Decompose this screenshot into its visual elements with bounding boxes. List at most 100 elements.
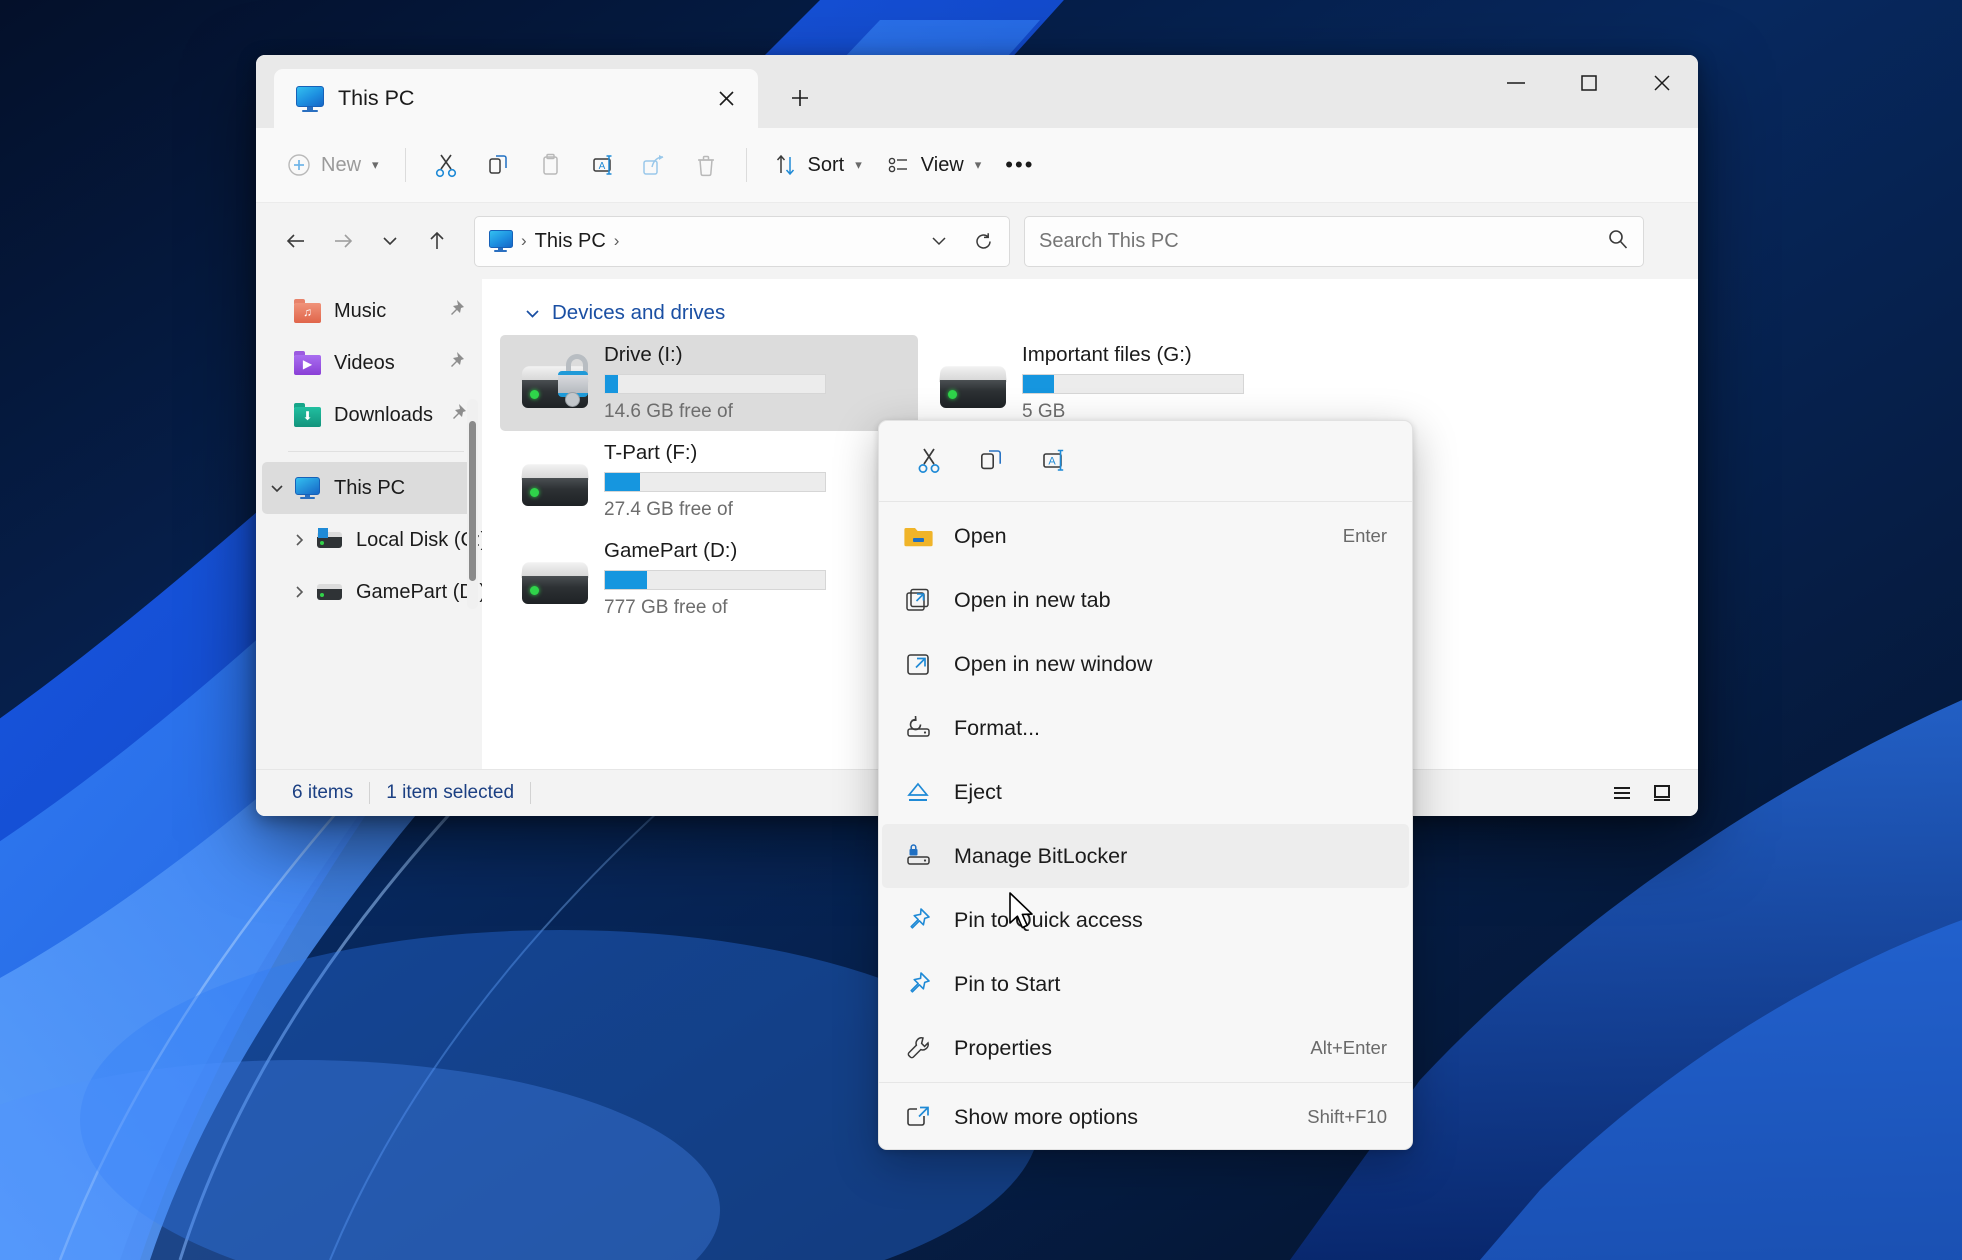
large-icons-view-button[interactable]: [1642, 776, 1682, 810]
context-menu-item-properties[interactable]: Properties Alt+Enter: [882, 1016, 1409, 1080]
sidebar-item-local-disk-c[interactable]: Local Disk (C:): [262, 514, 482, 566]
context-menu-divider: [879, 501, 1412, 502]
breadcrumb-separator-trailing: ›: [613, 231, 620, 250]
search-box[interactable]: [1024, 215, 1644, 267]
view-button[interactable]: View ▾: [874, 142, 994, 189]
context-menu-item-open-in-new-window[interactable]: Open in new window: [882, 632, 1409, 696]
refresh-icon[interactable]: [965, 223, 1001, 259]
rename-button[interactable]: A: [576, 142, 628, 189]
sidebar-item-videos[interactable]: ▶ Videos: [262, 337, 476, 389]
sort-button[interactable]: Sort ▾: [761, 142, 874, 189]
selection-count-label: 1 item selected: [386, 782, 515, 803]
paste-button[interactable]: [524, 142, 576, 189]
svg-text:A: A: [1048, 456, 1056, 468]
toolbar-divider: [404, 148, 406, 182]
drive-free-space: 14.6 GB free of: [604, 401, 733, 422]
item-count-label: 6 items: [292, 782, 354, 803]
drive-usage-bar: [1022, 374, 1244, 394]
search-input[interactable]: [1039, 229, 1597, 253]
chevron-right-icon[interactable]: [290, 533, 308, 547]
context-menu-accelerator: Enter: [1342, 525, 1387, 546]
cut-icon[interactable]: [901, 435, 957, 485]
context-menu-item-open-in-new-tab[interactable]: Open in new tab: [882, 568, 1409, 632]
context-menu-accelerator: Alt+Enter: [1310, 1037, 1387, 1058]
music-folder-icon: ♫: [294, 299, 321, 323]
back-button[interactable]: [272, 218, 319, 265]
sidebar-item-this-pc[interactable]: This PC: [262, 462, 476, 514]
see-more-button[interactable]: •••: [993, 142, 1046, 189]
context-menu-item-format[interactable]: Format...: [882, 696, 1409, 760]
sidebar-item-music[interactable]: ♫ Music: [262, 285, 476, 337]
breadcrumb-this-pc[interactable]: This PC: [535, 230, 606, 253]
pin-icon[interactable]: [446, 402, 468, 429]
delete-button[interactable]: [680, 142, 732, 189]
pin-icon: [904, 970, 954, 998]
rename-icon[interactable]: A: [1025, 435, 1081, 485]
address-dropdown-icon[interactable]: [921, 223, 957, 259]
new-button[interactable]: New ▾: [274, 142, 391, 189]
context-menu-label: Open in new window: [954, 651, 1153, 676]
drive-tile-d[interactable]: GamePart (D:) 777 GB free of: [500, 531, 918, 627]
close-tab-icon[interactable]: [708, 81, 744, 117]
chevron-down-icon[interactable]: [268, 481, 286, 495]
details-view-button[interactable]: [1602, 776, 1642, 810]
sidebar-label: Music: [334, 299, 387, 322]
sidebar-label: Local Disk (C:): [356, 528, 482, 551]
pin-icon[interactable]: [444, 350, 466, 377]
videos-folder-icon: ▶: [294, 351, 321, 375]
context-menu-quick-actions: A: [879, 421, 1412, 499]
drive-tile-i[interactable]: Drive (I:) 14.6 GB free of: [500, 335, 918, 431]
window-controls: [1479, 55, 1698, 111]
drive-name: Important files (G:): [1022, 343, 1192, 366]
drive-icon: [514, 548, 594, 610]
devices-and-drives-group-header[interactable]: Devices and drives: [482, 279, 1698, 335]
sidebar-label: Downloads: [334, 403, 433, 426]
sidebar-scrollbar-thumb[interactable]: [469, 421, 476, 581]
drive-free-space: 777 GB free of: [604, 597, 728, 618]
chevron-right-icon[interactable]: [290, 585, 308, 599]
chevron-down-icon: ▾: [974, 157, 982, 172]
pin-icon[interactable]: [444, 298, 466, 325]
context-menu-label: Pin to Quick access: [954, 907, 1143, 932]
address-bar[interactable]: › This PC ›: [474, 215, 1010, 267]
share-button[interactable]: [628, 142, 680, 189]
sidebar-item-downloads[interactable]: ⬇ Downloads: [262, 389, 476, 441]
tab-strip: This PC: [256, 55, 826, 128]
context-menu-item-pin-to-quick-access[interactable]: Pin to Quick access: [882, 888, 1409, 952]
drive-icon: [316, 580, 343, 604]
monitor-icon: [296, 85, 324, 112]
drive-tile-f[interactable]: T-Part (F:) 27.4 GB free of: [500, 433, 918, 529]
copy-icon[interactable]: [963, 435, 1019, 485]
forward-button[interactable]: [319, 218, 366, 265]
up-button[interactable]: [413, 218, 460, 265]
drive-free-space: 27.4 GB free of: [604, 499, 733, 520]
drive-icon: [932, 352, 1012, 414]
context-menu-item-open[interactable]: Open Enter: [882, 504, 1409, 568]
new-button-label: New: [321, 153, 362, 176]
sidebar-scrollbar[interactable]: [467, 399, 478, 609]
new-tab-icon[interactable]: [774, 72, 826, 124]
drive-name: Drive (I:): [604, 343, 683, 366]
ellipsis-icon: •••: [1005, 152, 1035, 177]
open-new-window-icon: [904, 650, 954, 678]
cut-button[interactable]: [420, 142, 472, 189]
context-menu-item-eject[interactable]: Eject: [882, 760, 1409, 824]
bitlocker-icon: [904, 843, 954, 869]
format-icon: [904, 715, 954, 741]
drive-tile-g[interactable]: Important files (G:) 5 GB: [918, 335, 1336, 431]
context-menu-item-show-more-options[interactable]: Show more options Shift+F10: [882, 1085, 1409, 1149]
pin-icon: [904, 906, 954, 934]
chevron-down-icon: ▾: [855, 157, 862, 172]
copy-button[interactable]: [472, 142, 524, 189]
recent-locations-button[interactable]: [366, 218, 413, 265]
context-menu-label: Eject: [954, 779, 1002, 804]
maximize-button[interactable]: [1552, 55, 1625, 111]
context-menu-item-pin-to-start[interactable]: Pin to Start: [882, 952, 1409, 1016]
tab-this-pc[interactable]: This PC: [274, 69, 758, 128]
sidebar-item-gamepart-d[interactable]: GamePart (D:): [262, 566, 482, 618]
close-window-button[interactable]: [1625, 55, 1698, 111]
search-icon[interactable]: [1607, 228, 1629, 255]
minimize-button[interactable]: [1479, 55, 1552, 111]
bitlocker-unlocked-drive-icon: [514, 352, 594, 414]
context-menu-item-manage-bitlocker[interactable]: Manage BitLocker: [882, 824, 1409, 888]
